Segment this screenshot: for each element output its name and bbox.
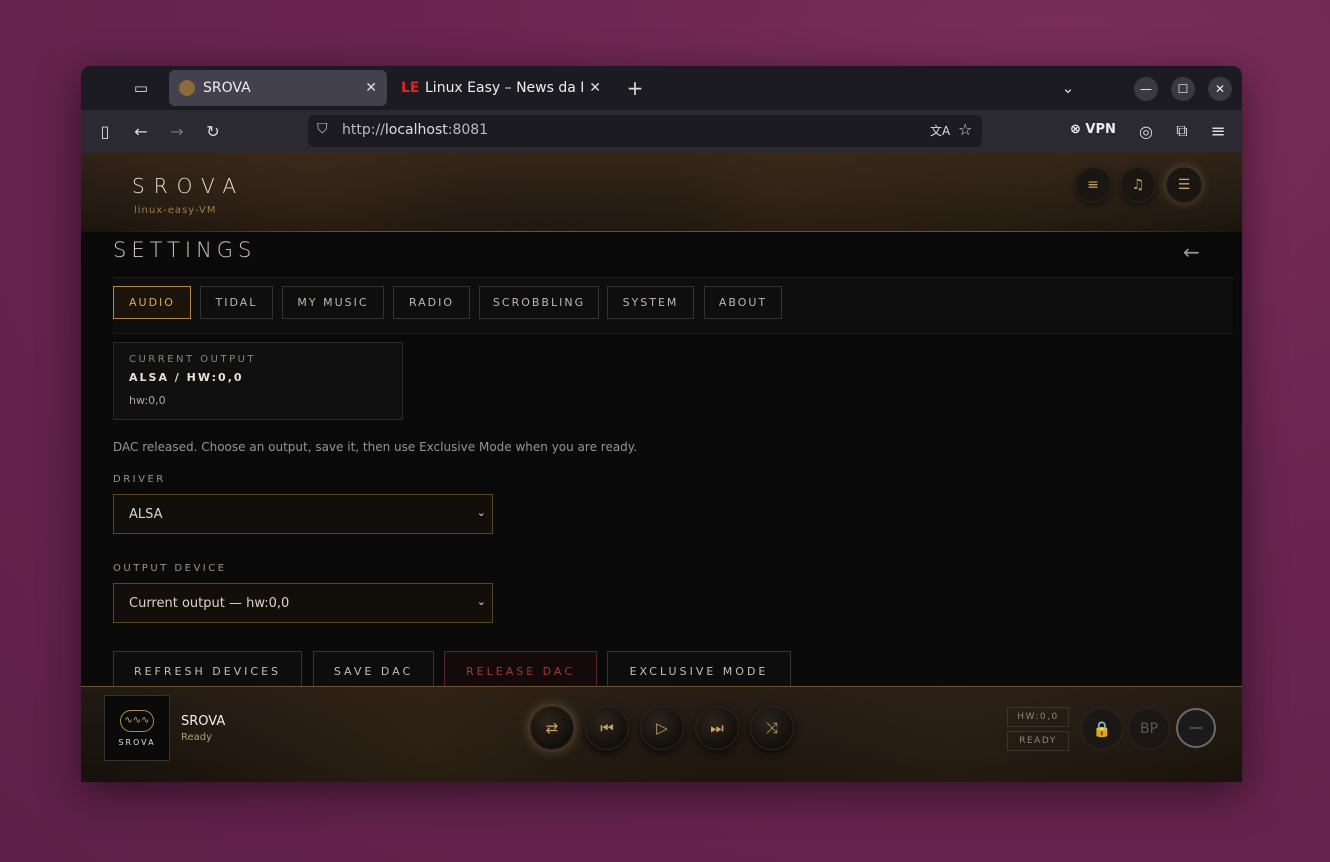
tab-audio[interactable]: AUDIO — [113, 286, 191, 319]
current-output-device: hw:0,0 — [129, 394, 166, 407]
close-tab-icon[interactable]: ✕ — [589, 80, 601, 96]
nav-bar: ▯ ← → ↻ ⛉ http://localhost:8081 文A ☆ ⊗ V… — [81, 110, 1242, 152]
url-text[interactable]: http://localhost:8081 — [342, 122, 488, 138]
settings-sliders-icon[interactable]: ☰ — [1166, 167, 1202, 203]
vpn-button[interactable]: ⊗ VPN — [1070, 122, 1116, 137]
browser-window: ▭ SROVA ✕ LE Linux Easy – News da Mon ✕ … — [81, 66, 1242, 782]
track-title: SROVA — [181, 714, 226, 729]
tab-manager-icon[interactable]: ▭ — [129, 76, 153, 100]
next-icon[interactable]: ⏭ — [695, 706, 739, 750]
tab-srova[interactable]: SROVA ✕ — [169, 70, 387, 106]
refresh-devices-button[interactable]: REFRESH DEVICES — [113, 651, 302, 691]
maximize-icon[interactable]: ☐ — [1171, 77, 1195, 101]
output-device-label: OUTPUT DEVICE — [113, 563, 227, 574]
back-arrow-icon[interactable]: ← — [1183, 240, 1200, 264]
bit-perfect-button[interactable]: BP — [1128, 708, 1170, 750]
save-dac-button[interactable]: SAVE DAC — [313, 651, 434, 691]
url-bar[interactable]: ⛉ http://localhost:8081 文A ☆ — [308, 115, 982, 147]
player-bar: ∿∿∿ SROVA SROVA Ready ⇄ ⏮ ▷ ⏭ ⤨ HW:0,0 R… — [81, 686, 1242, 782]
tab-title: Linux Easy – News da Mon — [425, 80, 583, 96]
chevron-down-icon: ⌄ — [476, 595, 486, 608]
bookmark-icon[interactable]: ☆ — [958, 120, 972, 139]
tab-radio[interactable]: RADIO — [393, 286, 470, 319]
tab-linux-easy[interactable]: LE Linux Easy – News da Mon ✕ — [391, 70, 611, 106]
vpn-status-icon: ⊗ — [1070, 122, 1086, 137]
tab-system[interactable]: SYSTEM — [607, 286, 694, 319]
account-icon[interactable]: ◎ — [1134, 119, 1158, 143]
tab-tidal[interactable]: TIDAL — [200, 286, 273, 319]
url-prefix: http:// — [342, 122, 385, 138]
tab-scrobbling[interactable]: SCROBBLING — [479, 286, 599, 319]
state-badge: READY — [1007, 731, 1069, 751]
forward-icon[interactable]: → — [165, 119, 189, 143]
header-divider — [113, 231, 1233, 232]
vpn-label: VPN — [1085, 122, 1116, 137]
current-output-label: CURRENT OUTPUT — [129, 354, 257, 365]
album-art[interactable]: ∿∿∿ SROVA — [104, 695, 170, 761]
current-output-card: CURRENT OUTPUT ALSA / HW:0,0 hw:0,0 — [113, 342, 403, 420]
shield-icon[interactable]: ⛉ — [317, 121, 328, 137]
srova-app: SROVA linux-easy-VM ≡ ♫ ☰ SETTINGS ← AUD… — [81, 152, 1242, 782]
extensions-icon[interactable]: ⧉ — [1170, 119, 1194, 143]
tab-about[interactable]: ABOUT — [704, 286, 782, 319]
repeat-icon[interactable]: ⇄ — [530, 706, 574, 750]
library-icon[interactable]: ♫ — [1120, 167, 1156, 203]
dac-status-note: DAC released. Choose an output, save it,… — [113, 440, 638, 454]
close-window-icon[interactable]: ✕ — [1208, 77, 1232, 101]
output-device-value: Current output — hw:0,0 — [129, 595, 290, 611]
tab-title: SROVA — [203, 80, 251, 96]
url-port: :8081 — [447, 122, 489, 138]
play-icon[interactable]: ▷ — [640, 706, 684, 750]
close-tab-icon[interactable]: ✕ — [365, 80, 377, 96]
page-title: SETTINGS — [113, 238, 257, 262]
driver-value: ALSA — [129, 506, 163, 522]
sidebar-toggle-icon[interactable]: ▯ — [93, 119, 117, 143]
chevron-down-icon: ⌄ — [476, 506, 486, 519]
exclusive-mode-button[interactable]: EXCLUSIVE MODE — [607, 651, 791, 691]
hostname-label: linux-easy-VM — [134, 205, 217, 216]
minimize-icon[interactable]: — — [1134, 77, 1158, 101]
settings-tabs: AUDIO TIDAL MY MUSIC RADIO SCROBBLING SY… — [113, 277, 1233, 334]
linux-easy-favicon-icon: LE — [401, 80, 420, 96]
back-icon[interactable]: ← — [129, 119, 153, 143]
current-output-value: ALSA / HW:0,0 — [129, 371, 244, 384]
album-art-label: SROVA — [118, 737, 156, 747]
output-device-select[interactable]: Current output — hw:0,0 ⌄ — [113, 583, 493, 623]
release-dac-button[interactable]: RELEASE DAC — [444, 651, 597, 691]
new-tab-icon[interactable]: + — [623, 76, 647, 100]
reload-icon[interactable]: ↻ — [201, 119, 225, 143]
shuffle-icon[interactable]: ⤨ — [750, 706, 794, 750]
waveform-logo-icon: ∿∿∿ — [120, 709, 154, 732]
volume-knob-icon[interactable]: — — [1176, 708, 1216, 748]
app-header: SROVA linux-easy-VM ≡ ♫ ☰ — [81, 152, 1242, 232]
driver-label: DRIVER — [113, 474, 166, 485]
device-badge: HW:0,0 — [1007, 707, 1069, 727]
tab-bar: ▭ SROVA ✕ LE Linux Easy – News da Mon ✕ … — [81, 66, 1242, 110]
tab-my-music[interactable]: MY MUSIC — [282, 286, 384, 319]
tab-list-icon[interactable]: ⌄ — [1056, 76, 1080, 100]
previous-icon[interactable]: ⏮ — [585, 706, 629, 750]
menu-icon[interactable]: ≡ — [1206, 119, 1230, 143]
translate-icon[interactable]: 文A — [930, 122, 950, 139]
queue-icon[interactable]: ≡ — [1075, 167, 1111, 203]
track-status: Ready — [181, 732, 213, 743]
url-host: localhost — [384, 122, 448, 138]
lock-icon[interactable]: 🔒 — [1081, 708, 1123, 750]
srova-favicon-icon — [179, 80, 195, 96]
driver-select[interactable]: ALSA ⌄ — [113, 494, 493, 534]
brand-logo[interactable]: SROVA — [132, 174, 245, 198]
